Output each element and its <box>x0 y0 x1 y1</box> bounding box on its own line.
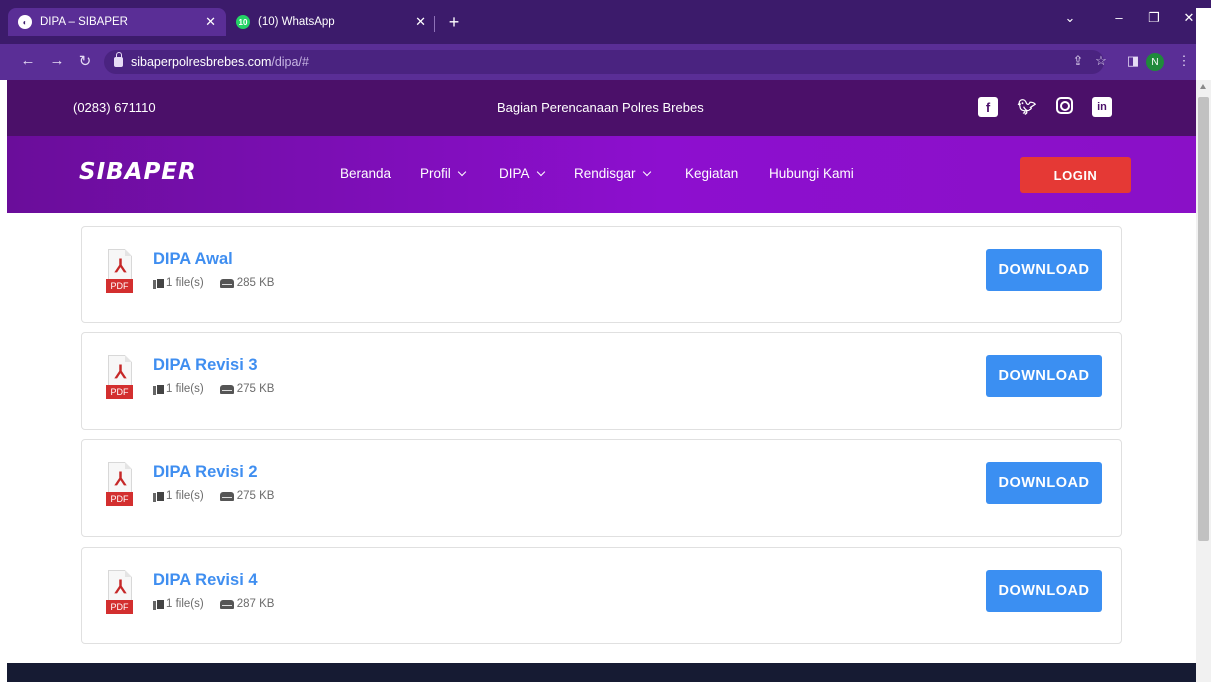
document-meta: 1 file(s) 275 KB <box>153 490 274 502</box>
pdf-file-icon: ⅄ PDF <box>106 355 133 403</box>
nav-item-hubungi-kami[interactable]: Hubungi Kami <box>769 166 854 181</box>
files-icon <box>153 490 165 502</box>
document-title-link[interactable]: DIPA Awal <box>153 250 233 269</box>
nav-label: Beranda <box>340 166 392 181</box>
whatsapp-favicon-icon: 10 <box>236 15 250 29</box>
nav-item-beranda[interactable]: Beranda <box>340 166 391 181</box>
nav-label: Kegiatan <box>685 166 739 181</box>
download-button[interactable]: DOWNLOAD <box>986 570 1102 612</box>
main-navbar: SIBAPER Beranda Profil DIPA Rendisgar Ke… <box>7 136 1196 213</box>
files-icon <box>153 598 165 610</box>
nav-label: Hubungi Kami <box>769 166 854 181</box>
back-arrow-icon[interactable]: ← <box>18 52 38 69</box>
hard-drive-icon <box>219 384 234 394</box>
close-window-icon[interactable]: ✕ <box>1177 10 1201 26</box>
share-icon[interactable]: ⇪ <box>1069 53 1087 69</box>
download-button[interactable]: DOWNLOAD <box>986 462 1102 504</box>
nav-label: Rendisgar <box>574 166 636 181</box>
nav-item-rendisgar[interactable]: Rendisgar <box>574 166 651 181</box>
close-tab-icon[interactable]: ✕ <box>415 14 426 30</box>
twitter-icon[interactable]: 🐦︎ <box>1017 97 1037 117</box>
bookmark-star-icon[interactable]: ☆ <box>1092 53 1110 69</box>
restore-icon[interactable]: ❐ <box>1142 10 1166 26</box>
site-favicon-icon: ◐ <box>18 15 32 29</box>
close-tab-icon[interactable]: ✕ <box>205 14 216 30</box>
instagram-icon[interactable] <box>1056 97 1073 114</box>
lock-icon <box>114 52 123 67</box>
nav-item-kegiatan[interactable]: Kegiatan <box>685 166 738 181</box>
chevron-down-icon <box>536 167 545 176</box>
download-button[interactable]: DOWNLOAD <box>986 249 1102 291</box>
chevron-down-icon <box>642 167 651 176</box>
side-panel-icon[interactable]: ◨ <box>1124 53 1142 69</box>
file-size: 285 KB <box>236 277 275 289</box>
tab-title: DIPA – SIBAPER <box>40 16 128 28</box>
document-card: ⅄ PDF DIPA Revisi 2 1 file(s) 275 KB DOW… <box>81 439 1122 537</box>
site-tagline: Bagian Perencanaan Polres Brebes <box>497 100 704 115</box>
pdf-file-icon: ⅄ PDF <box>106 249 133 297</box>
url-input[interactable]: sibaperpolresbrebes.com/dipa/# <box>104 50 1104 74</box>
tab-title: (10) WhatsApp <box>258 16 335 28</box>
download-button[interactable]: DOWNLOAD <box>986 355 1102 397</box>
minimize-icon[interactable]: – <box>1107 10 1131 25</box>
contact-phone: (0283) 671110 <box>73 100 156 115</box>
pdf-file-icon: ⅄ PDF <box>106 462 133 510</box>
chevron-down-icon <box>457 167 467 176</box>
nav-label: DIPA <box>499 166 530 181</box>
document-meta: 1 file(s) 275 KB <box>153 383 274 395</box>
browser-tab-active[interactable]: ◐ DIPA – SIBAPER ✕ <box>8 8 226 36</box>
file-count: 1 file(s) <box>166 598 204 610</box>
document-card: ⅄ PDF DIPA Revisi 4 1 file(s) 287 KB DOW… <box>81 547 1122 644</box>
facebook-icon[interactable]: f <box>978 97 998 117</box>
file-size: 275 KB <box>236 490 275 502</box>
pdf-file-icon: ⅄ PDF <box>106 570 133 618</box>
document-title-link[interactable]: DIPA Revisi 3 <box>153 356 258 375</box>
file-count: 1 file(s) <box>166 277 204 289</box>
forward-arrow-icon[interactable]: → <box>47 52 67 69</box>
hard-drive-icon <box>219 599 234 609</box>
tab-search-chevron-icon[interactable]: ⌄ <box>1058 10 1082 26</box>
new-tab-icon[interactable]: + <box>444 12 464 33</box>
hard-drive-icon <box>219 278 234 288</box>
browser-tab-whatsapp[interactable]: 10 (10) WhatsApp ✕ <box>226 8 436 36</box>
file-size: 275 KB <box>236 383 275 395</box>
document-meta: 1 file(s) 287 KB <box>153 598 274 610</box>
nav-item-profil[interactable]: Profil <box>420 166 467 181</box>
profile-avatar[interactable]: N <box>1146 53 1164 71</box>
tab-divider <box>434 16 435 32</box>
page-footer <box>7 663 1196 682</box>
document-title-link[interactable]: DIPA Revisi 4 <box>153 571 258 590</box>
files-icon <box>153 383 165 395</box>
site-logo[interactable]: SIBAPER <box>79 159 197 185</box>
reload-icon[interactable]: ↻ <box>75 52 95 70</box>
file-size: 287 KB <box>236 598 275 610</box>
file-count: 1 file(s) <box>166 383 204 395</box>
more-menu-icon[interactable]: ⋮ <box>1175 53 1193 69</box>
url-path: /dipa/# <box>271 55 309 69</box>
hard-drive-icon <box>219 491 234 501</box>
nav-item-dipa[interactable]: DIPA <box>499 166 545 181</box>
url-host: sibaperpolresbrebes.com <box>131 55 272 69</box>
login-button[interactable]: LOGIN <box>1020 157 1131 193</box>
scrollbar-thumb[interactable] <box>1198 97 1209 541</box>
nav-label: Profil <box>420 166 451 181</box>
document-title-link[interactable]: DIPA Revisi 2 <box>153 463 258 482</box>
browser-frame <box>0 0 1211 8</box>
file-count: 1 file(s) <box>166 490 204 502</box>
files-icon <box>153 277 165 289</box>
scroll-up-arrow-icon[interactable] <box>1200 84 1206 89</box>
document-card: ⅄ PDF DIPA Awal 1 file(s) 285 KB DOWNLOA… <box>81 226 1122 323</box>
document-meta: 1 file(s) 285 KB <box>153 277 274 289</box>
document-card: ⅄ PDF DIPA Revisi 3 1 file(s) 275 KB DOW… <box>81 332 1122 430</box>
top-info-bar: (0283) 671110 Bagian Perencanaan Polres … <box>7 80 1196 136</box>
linkedin-icon[interactable]: in <box>1092 97 1112 117</box>
